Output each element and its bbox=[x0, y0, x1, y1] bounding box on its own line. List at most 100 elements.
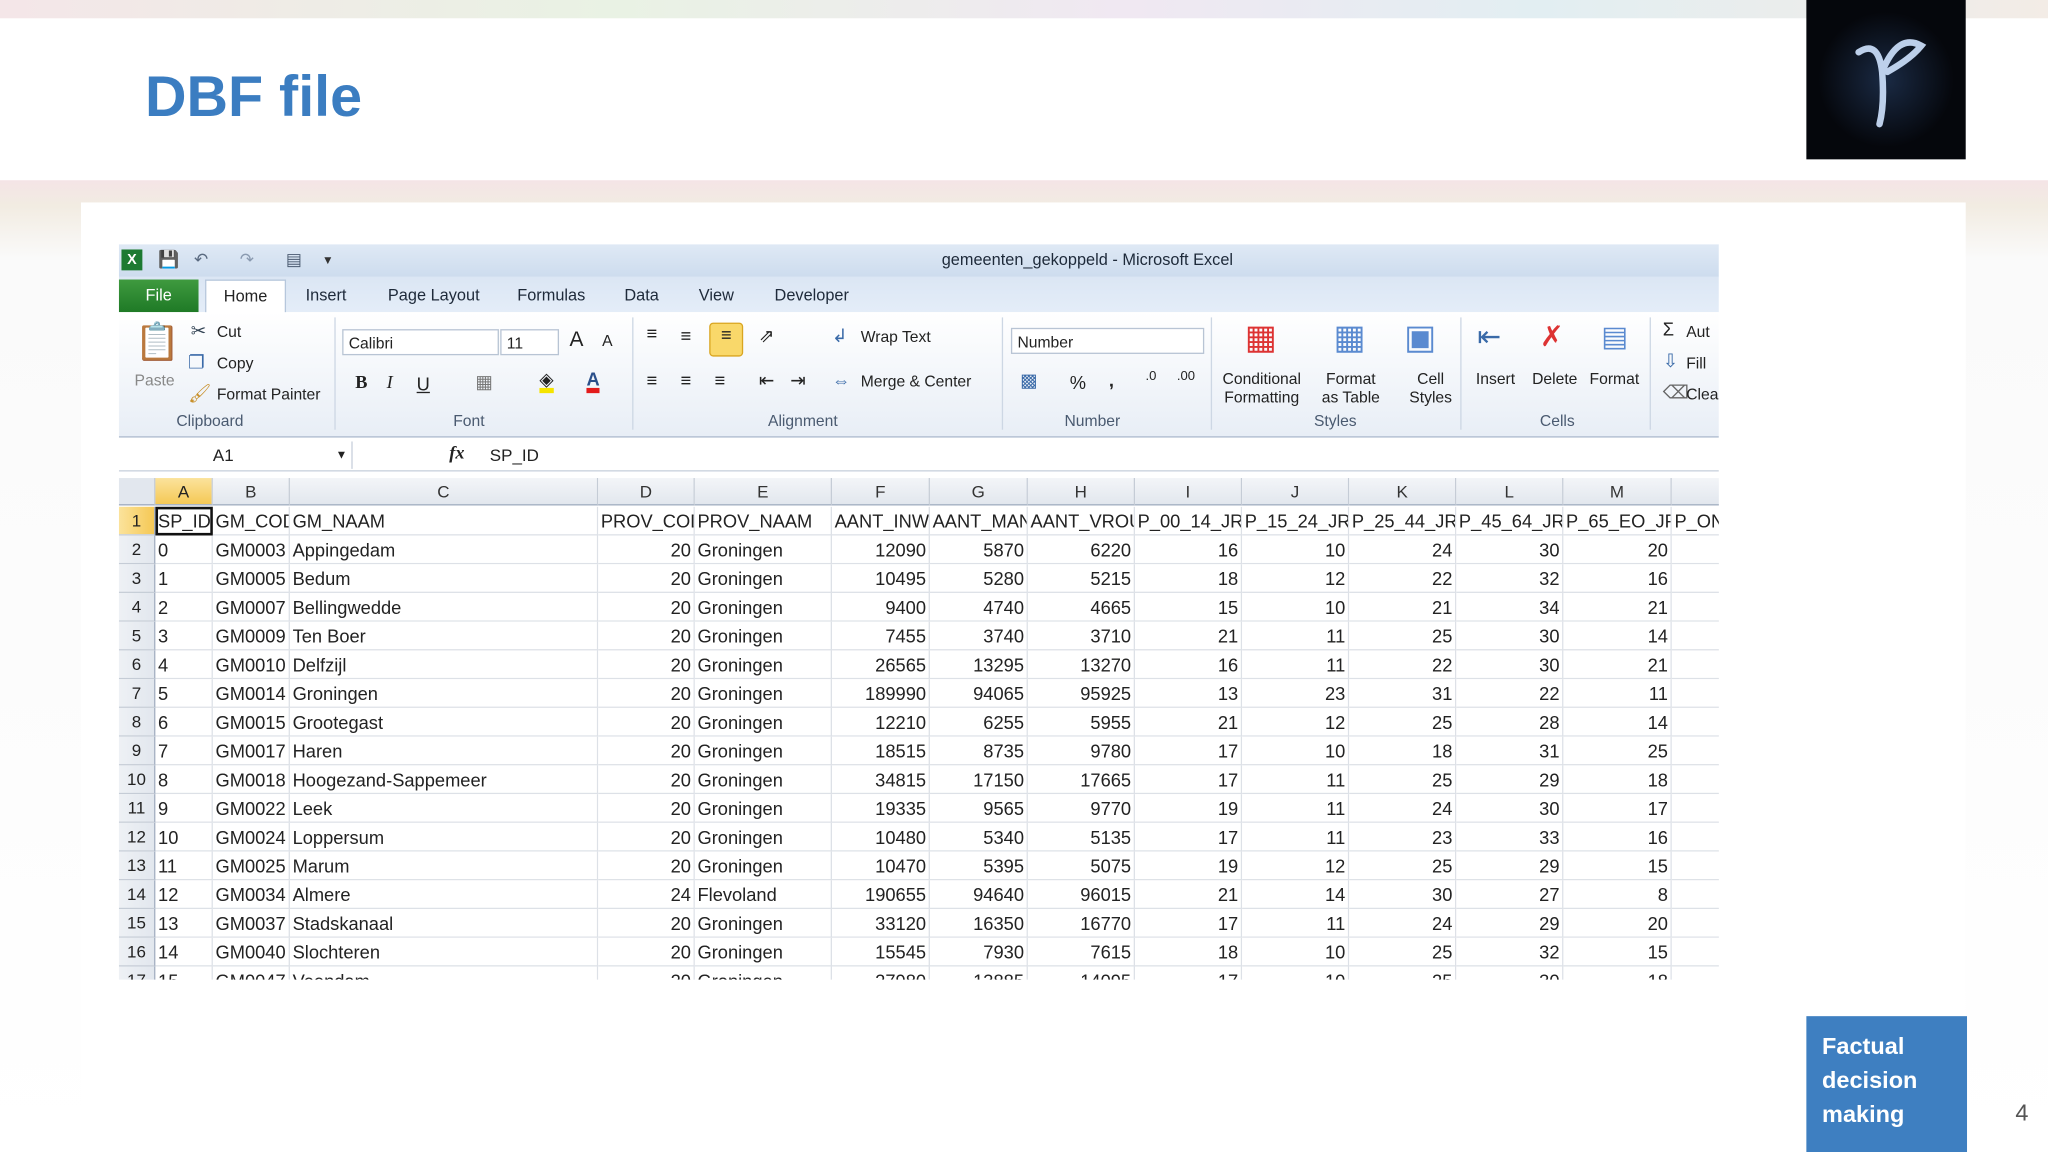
table-cell[interactable]: 30 bbox=[1456, 966, 1564, 980]
table-cell[interactable]: GM0009 bbox=[212, 621, 290, 651]
percent-button[interactable]: % bbox=[1070, 372, 1086, 393]
row-header[interactable]: 17 bbox=[118, 966, 156, 980]
bold-button[interactable]: B bbox=[355, 374, 367, 395]
table-cell[interactable]: 4665 bbox=[1027, 592, 1136, 622]
table-cell[interactable]: 31 bbox=[1456, 736, 1564, 766]
name-box[interactable]: A1 ▼ bbox=[119, 441, 353, 469]
table-cell[interactable] bbox=[1671, 880, 1719, 910]
table-cell[interactable]: 20 bbox=[598, 794, 695, 823]
increase-decimal-icon[interactable]: .0 bbox=[1145, 370, 1156, 384]
table-cell[interactable]: 16770 bbox=[1027, 909, 1136, 938]
table-cell[interactable]: 34815 bbox=[831, 765, 930, 795]
table-cell[interactable]: 8 bbox=[1563, 880, 1672, 910]
table-cell[interactable] bbox=[1671, 736, 1719, 766]
table-cell[interactable]: 25 bbox=[1349, 707, 1457, 737]
table-cell[interactable]: 5135 bbox=[1027, 822, 1136, 852]
table-cell[interactable]: 5 bbox=[155, 679, 213, 708]
table-cell[interactable]: 17 bbox=[1135, 736, 1243, 766]
table-cell[interactable]: 3 bbox=[155, 621, 213, 651]
table-cell[interactable] bbox=[1671, 650, 1719, 680]
table-cell[interactable]: 29 bbox=[1456, 851, 1564, 881]
table-cell[interactable]: 15 bbox=[1135, 592, 1243, 622]
table-cell[interactable]: 20 bbox=[598, 679, 695, 708]
table-cell[interactable]: 15 bbox=[155, 966, 213, 980]
table-cell[interactable]: Groningen bbox=[694, 765, 832, 795]
table-cell[interactable]: 6255 bbox=[929, 707, 1028, 737]
table-cell[interactable]: 32 bbox=[1456, 564, 1564, 593]
table-cell[interactable]: 22 bbox=[1349, 564, 1457, 593]
table-cell[interactable] bbox=[1671, 621, 1719, 651]
table-cell[interactable] bbox=[1671, 707, 1719, 737]
table-cell[interactable]: 10495 bbox=[831, 564, 930, 593]
header-cell[interactable]: GM_COD bbox=[212, 506, 290, 536]
table-cell[interactable]: GM0017 bbox=[212, 736, 290, 766]
table-cell[interactable]: 18 bbox=[1563, 765, 1672, 795]
table-cell[interactable]: 190655 bbox=[831, 880, 930, 910]
print-preview-icon[interactable]: ▤ bbox=[283, 249, 304, 270]
table-cell[interactable]: GM0047 bbox=[212, 966, 290, 980]
table-cell[interactable]: 19335 bbox=[831, 794, 930, 823]
table-cell[interactable]: 10 bbox=[1242, 937, 1350, 967]
copy-button[interactable]: Copy bbox=[217, 354, 254, 372]
table-cell[interactable]: 94065 bbox=[929, 679, 1028, 708]
table-cell[interactable]: GM0015 bbox=[212, 707, 290, 737]
tab-data[interactable]: Data bbox=[624, 283, 658, 307]
header-cell[interactable]: P_25_44_JR bbox=[1349, 506, 1457, 536]
table-cell[interactable]: 7 bbox=[155, 736, 213, 766]
table-cell[interactable]: Groningen bbox=[694, 794, 832, 823]
table-cell[interactable]: 12 bbox=[1242, 707, 1350, 737]
table-cell[interactable]: 20 bbox=[1563, 909, 1672, 938]
table-cell[interactable]: 22 bbox=[1349, 650, 1457, 680]
table-cell[interactable]: Bedum bbox=[289, 564, 599, 593]
table-cell[interactable]: 31 bbox=[1349, 679, 1457, 708]
column-header-d[interactable]: D bbox=[598, 478, 695, 506]
header-cell[interactable]: P_15_24_JR bbox=[1242, 506, 1350, 536]
align-center-icon[interactable]: ≡ bbox=[680, 370, 691, 391]
table-cell[interactable]: 6220 bbox=[1027, 535, 1136, 565]
table-cell[interactable]: 14 bbox=[1242, 880, 1350, 910]
table-cell[interactable]: 29 bbox=[1456, 765, 1564, 795]
column-header-j[interactable]: J bbox=[1242, 478, 1350, 506]
save-icon[interactable]: 💾 bbox=[158, 249, 179, 270]
table-cell[interactable]: Almere bbox=[289, 880, 599, 910]
table-cell[interactable]: Groningen bbox=[694, 707, 832, 737]
table-cell[interactable]: 3710 bbox=[1027, 621, 1136, 651]
conditional-formatting-button[interactable]: Conditional Formatting bbox=[1223, 370, 1301, 407]
table-cell[interactable]: Groningen bbox=[694, 650, 832, 680]
middle-align-icon[interactable]: ≡ bbox=[680, 325, 691, 346]
table-cell[interactable]: GM0014 bbox=[212, 679, 290, 708]
table-cell[interactable]: 9780 bbox=[1027, 736, 1136, 766]
table-cell[interactable]: 17 bbox=[1135, 765, 1243, 795]
table-cell[interactable]: GM0003 bbox=[212, 535, 290, 565]
table-cell[interactable]: Groningen bbox=[694, 909, 832, 938]
format-cells-button[interactable]: Format bbox=[1590, 370, 1640, 388]
insert-function-icon[interactable]: fx bbox=[449, 444, 464, 465]
row-header[interactable]: 13 bbox=[118, 851, 156, 881]
tab-developer[interactable]: Developer bbox=[775, 283, 849, 307]
merge-center-button[interactable]: Merge & Center bbox=[861, 372, 972, 390]
column-header-e[interactable]: E bbox=[694, 478, 832, 506]
grow-font-icon[interactable]: A bbox=[569, 329, 583, 353]
table-cell[interactable]: 5215 bbox=[1027, 564, 1136, 593]
column-header-f[interactable]: F bbox=[831, 478, 930, 506]
column-header-b[interactable]: B bbox=[212, 478, 290, 506]
table-cell[interactable]: 23 bbox=[1242, 679, 1350, 708]
header-cell[interactable]: AANT_INW bbox=[831, 506, 930, 536]
paste-icon[interactable]: 📋 bbox=[135, 320, 181, 363]
table-cell[interactable]: 30 bbox=[1456, 621, 1564, 651]
table-cell[interactable]: 20 bbox=[598, 592, 695, 622]
table-cell[interactable]: GM0037 bbox=[212, 909, 290, 938]
table-cell[interactable]: 20 bbox=[598, 765, 695, 795]
table-cell[interactable]: Grootegast bbox=[289, 707, 599, 737]
format-as-table-button[interactable]: Format as Table bbox=[1322, 370, 1380, 407]
table-cell[interactable]: 24 bbox=[1349, 909, 1457, 938]
table-cell[interactable]: 5075 bbox=[1027, 851, 1136, 881]
table-cell[interactable]: 16350 bbox=[929, 909, 1028, 938]
table-cell[interactable]: 17 bbox=[1135, 909, 1243, 938]
row-header[interactable]: 8 bbox=[118, 707, 156, 737]
fill-button[interactable]: Fill bbox=[1686, 354, 1706, 372]
table-cell[interactable]: 29 bbox=[1456, 909, 1564, 938]
table-cell[interactable]: 5340 bbox=[929, 822, 1028, 852]
header-cell[interactable]: PROV_NAAM bbox=[694, 506, 832, 536]
header-cell[interactable]: AANT_VROU bbox=[1027, 506, 1136, 536]
